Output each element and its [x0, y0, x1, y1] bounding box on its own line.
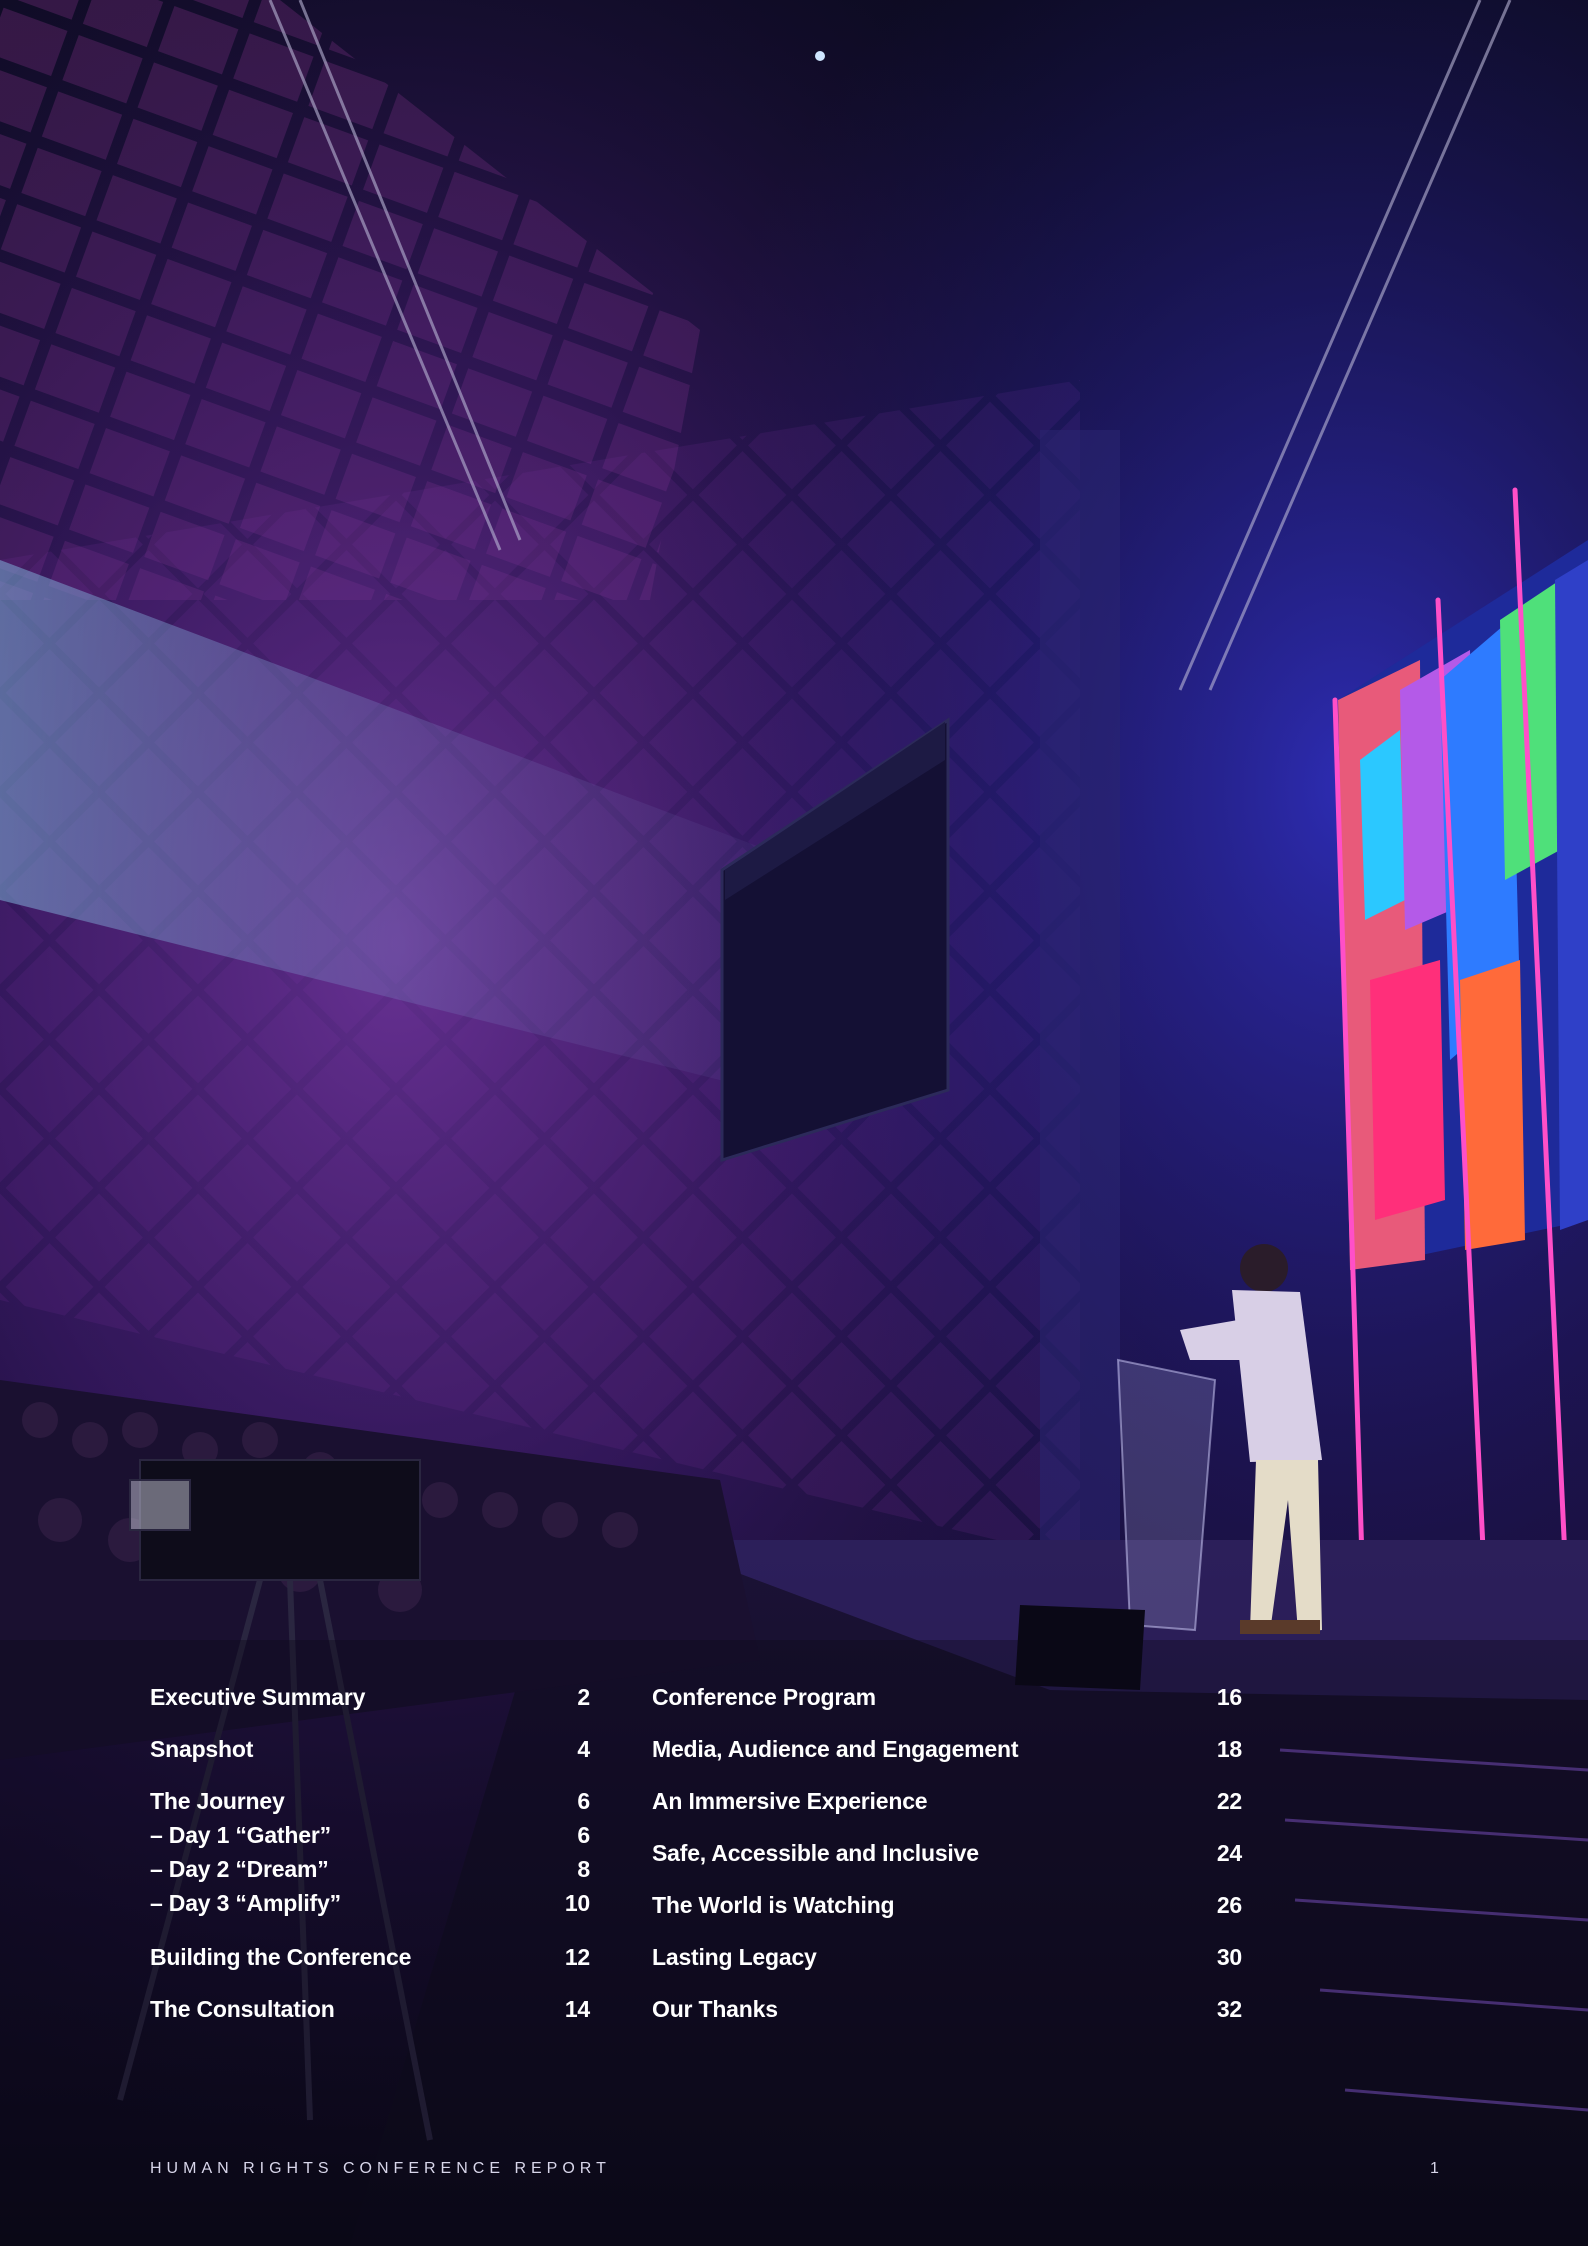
- toc-entry-snapshot[interactable]: Snapshot 4: [150, 1732, 590, 1784]
- footer-page-number: 1: [1430, 2160, 1439, 2177]
- toc-entry-building-the-conference[interactable]: Building the Conference 12: [150, 1940, 590, 1992]
- toc-label: The Consultation: [150, 1996, 335, 2022]
- toc-entry-media-audience-engagement[interactable]: Media, Audience and Engagement 18: [652, 1732, 1242, 1784]
- toc-page-number: 2: [577, 1684, 590, 1710]
- toc-entry-safe-accessible-inclusive[interactable]: Safe, Accessible and Inclusive 24: [652, 1836, 1242, 1888]
- toc-entry-lasting-legacy[interactable]: Lasting Legacy 30: [652, 1940, 1242, 1992]
- toc-label: The World is Watching: [652, 1892, 895, 1918]
- report-page: Executive Summary 2 Snapshot 4 The Journ…: [0, 0, 1588, 2246]
- toc-label: Safe, Accessible and Inclusive: [652, 1840, 979, 1866]
- toc-page-number: 30: [1216, 1944, 1242, 1970]
- toc-page-number: 14: [564, 1996, 590, 2022]
- toc-entry-the-journey[interactable]: The Journey 6 – Day 1 “Gather” 6 – Day 2…: [150, 1784, 590, 1940]
- toc-page-number: 6: [577, 1788, 590, 1814]
- toc-page-number: 26: [1216, 1892, 1242, 1918]
- toc-page-number: 12: [564, 1944, 590, 1970]
- toc-page-number: 6: [577, 1822, 590, 1848]
- toc-subentry-day-1[interactable]: – Day 1 “Gather” 6: [150, 1818, 590, 1852]
- toc-label: Media, Audience and Engagement: [652, 1736, 1019, 1762]
- footer-report-title: HUMAN RIGHTS CONFERENCE REPORT: [150, 2160, 611, 2177]
- toc-label: Snapshot: [150, 1736, 254, 1762]
- toc-entry-world-is-watching[interactable]: The World is Watching 26: [652, 1888, 1242, 1940]
- toc-subentry-day-2[interactable]: – Day 2 “Dream” 8: [150, 1852, 590, 1886]
- toc-page-number: 4: [577, 1736, 590, 1762]
- toc-page-number: 18: [1216, 1736, 1242, 1762]
- toc-page-number: 24: [1216, 1840, 1242, 1866]
- toc-page-number: 10: [564, 1890, 590, 1916]
- toc-left-column: Executive Summary 2 Snapshot 4 The Journ…: [150, 1680, 590, 2044]
- toc-page-number: 22: [1216, 1788, 1242, 1814]
- toc-entry-executive-summary[interactable]: Executive Summary 2: [150, 1680, 590, 1732]
- toc-right-column: Conference Program 16 Media, Audience an…: [652, 1680, 1242, 2044]
- toc-subentry-day-3[interactable]: – Day 3 “Amplify” 10: [150, 1886, 590, 1920]
- toc-label: Executive Summary: [150, 1684, 366, 1710]
- toc-label: Conference Program: [652, 1684, 876, 1710]
- toc-label: Building the Conference: [150, 1944, 412, 1970]
- toc-page-number: 8: [577, 1856, 590, 1882]
- toc-entry-conference-program[interactable]: Conference Program 16: [652, 1680, 1242, 1732]
- toc-label: An Immersive Experience: [652, 1788, 928, 1814]
- toc-label: – Day 3 “Amplify”: [150, 1890, 341, 1916]
- toc-entry-our-thanks[interactable]: Our Thanks 32: [652, 1992, 1242, 2044]
- toc-label: Lasting Legacy: [652, 1944, 817, 1970]
- toc-label: Our Thanks: [652, 1996, 778, 2022]
- toc-label: – Day 1 “Gather”: [150, 1822, 331, 1848]
- toc-entry-the-consultation[interactable]: The Consultation 14: [150, 1992, 590, 2044]
- toc-page-number: 32: [1216, 1996, 1242, 2022]
- toc-label: – Day 2 “Dream”: [150, 1856, 329, 1882]
- toc-label: The Journey: [150, 1788, 285, 1814]
- toc-page-number: 16: [1216, 1684, 1242, 1710]
- toc-entry-immersive-experience[interactable]: An Immersive Experience 22: [652, 1784, 1242, 1836]
